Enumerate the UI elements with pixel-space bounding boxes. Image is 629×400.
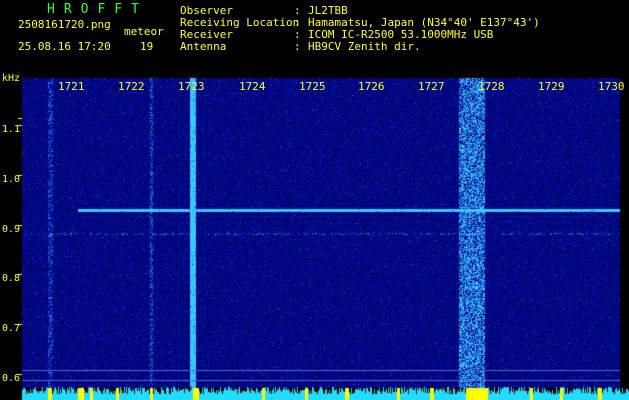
y-tick-1.1: 1.1 [2,124,21,135]
y-tick-0.8: 0.8 [2,273,21,284]
capture-filename: 2508161720.png [18,18,111,31]
x-tick-1721: 1721 [58,80,85,93]
capture-datetime: 25.08.16 17:20 [18,40,111,53]
x-tick-1725: 1725 [299,80,326,93]
x-tick-1722: 1722 [118,80,145,93]
x-tick-1723: 1723 [178,80,205,93]
app-title: HROFFT [47,2,148,17]
y-tick-0.9: 0.9 [2,224,21,235]
antenna-value: HB9CV Zenith dir. [308,40,421,53]
x-tick-1729: 1729 [538,80,565,93]
x-tick-1730: 1730 [598,80,625,93]
spectrogram [0,0,629,400]
y-tick-1.0: 1.0 [2,174,21,185]
hrofft-window: HROFFT 2508161720.png 25.08.16 17:20 met… [0,0,629,400]
x-tick-1724: 1724 [239,80,266,93]
y-tick-0.7: 0.7 [2,323,21,334]
y-tick-0.6: 0.6 [2,373,21,384]
y-axis-unit: kHz [2,73,21,84]
antenna-key: Antenna [180,40,227,53]
x-tick-1728: 1728 [478,80,505,93]
meteor-count-value: 19 [140,40,154,53]
x-tick-1726: 1726 [358,80,385,93]
x-tick-1727: 1727 [418,80,445,93]
meteor-count-label: meteor [124,25,164,38]
antenna-sep: : [294,40,301,53]
